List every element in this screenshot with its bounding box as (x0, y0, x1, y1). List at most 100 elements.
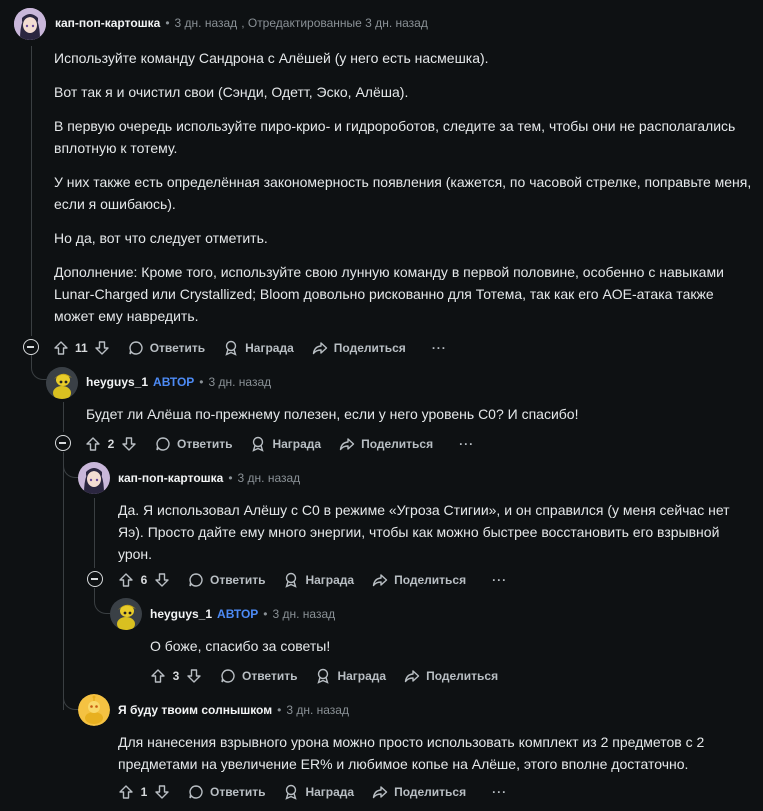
share-button[interactable]: Поделиться (372, 784, 466, 800)
award-icon (283, 784, 299, 800)
award-button[interactable]: Награда (250, 436, 321, 452)
avatar[interactable] (110, 598, 142, 630)
thread-line (94, 498, 95, 568)
award-button[interactable]: Награда (223, 340, 294, 356)
award-button[interactable]: Награда (315, 668, 386, 684)
upvote-icon[interactable] (118, 784, 134, 800)
vote-group: 11 (53, 340, 110, 356)
collapse-thread-button[interactable] (23, 339, 39, 355)
username[interactable]: кап-поп-картошка (118, 471, 223, 485)
comment-body: Для нанесения взрывного урона можно прос… (118, 731, 728, 787)
thread-branch (31, 352, 47, 380)
username[interactable]: heyguys_1 (150, 607, 212, 621)
award-icon (283, 572, 299, 588)
comment-paragraph: Но да, вот что следует отметить. (54, 230, 268, 246)
separator: • (263, 607, 268, 621)
comment-actions: 2 Ответить Награда Поделиться ··· (85, 432, 474, 456)
comment-actions: 6 Ответить Награда Поделиться ··· (118, 568, 507, 592)
share-label: Поделиться (333, 341, 406, 355)
thread-line (63, 402, 64, 432)
timestamp[interactable]: 3 дн. назад (209, 375, 272, 389)
downvote-icon[interactable] (154, 572, 170, 588)
downvote-icon[interactable] (154, 784, 170, 800)
reply-button[interactable]: Ответить (188, 572, 265, 588)
more-options-button[interactable]: ··· (492, 573, 507, 587)
timestamp[interactable]: 3 дн. назад (175, 16, 238, 30)
comment-icon (155, 436, 171, 452)
comment-paragraph: В первую очередь используйте пиро-крио- … (54, 118, 736, 156)
award-label: Награда (245, 341, 294, 355)
award-icon (223, 340, 239, 356)
comment-paragraph: Будет ли Алёша по-прежнему полезен, если… (86, 406, 579, 422)
reply-button[interactable]: Ответить (220, 668, 297, 684)
share-label: Поделиться (394, 785, 467, 799)
thread-branch (63, 452, 79, 478)
vote-group: 6 (118, 572, 170, 588)
award-label: Награда (305, 785, 355, 799)
comment-icon (128, 340, 144, 356)
edited-label: , Отредактированные 3 дн. назад (241, 16, 428, 30)
award-label: Награда (305, 573, 355, 587)
reply-label: Ответить (210, 785, 266, 799)
share-icon (339, 436, 355, 452)
downvote-icon[interactable] (186, 668, 202, 684)
share-button[interactable]: Поделиться (372, 572, 466, 588)
downvote-icon[interactable] (94, 340, 110, 356)
timestamp[interactable]: 3 дн. назад (273, 607, 336, 621)
vote-group: 3 (150, 668, 202, 684)
comment-meta: кап-поп-картошка • 3 дн. назад (118, 471, 300, 485)
share-label: Поделиться (426, 669, 499, 683)
comment-actions: 3 Ответить Награда Поделиться (150, 664, 498, 688)
thread-branch (63, 690, 79, 710)
comment-meta: Я буду твоим солнышком • 3 дн. назад (118, 703, 349, 717)
vote-count: 6 (140, 573, 148, 587)
reply-button[interactable]: Ответить (155, 436, 232, 452)
upvote-icon[interactable] (53, 340, 69, 356)
reply-label: Ответить (177, 437, 233, 451)
comment-paragraph: Да. Я использовал Алёшу с C0 в режиме «У… (118, 502, 730, 562)
comment-paragraph: У них также есть определённая закономерн… (54, 174, 752, 212)
collapse-thread-button[interactable] (55, 435, 71, 451)
downvote-icon[interactable] (121, 436, 137, 452)
timestamp[interactable]: 3 дн. назад (286, 703, 349, 717)
separator: • (165, 16, 170, 30)
award-button[interactable]: Награда (283, 572, 354, 588)
collapse-thread-button[interactable] (87, 571, 103, 587)
comment-actions: 11 Ответить Награда Поделиться ··· (53, 336, 447, 360)
share-button[interactable]: Поделиться (404, 668, 498, 684)
upvote-icon[interactable] (118, 572, 134, 588)
vote-count: 1 (140, 785, 148, 799)
reply-label: Ответить (210, 573, 266, 587)
upvote-icon[interactable] (150, 668, 166, 684)
avatar[interactable] (78, 462, 110, 494)
award-button[interactable]: Награда (283, 784, 354, 800)
vote-count: 11 (75, 341, 88, 355)
award-icon (315, 668, 331, 684)
share-button[interactable]: Поделиться (339, 436, 433, 452)
more-options-button[interactable]: ··· (459, 437, 474, 451)
username[interactable]: heyguys_1 (86, 375, 148, 389)
avatar[interactable] (14, 8, 46, 40)
avatar[interactable] (46, 367, 78, 399)
avatar[interactable] (78, 694, 110, 726)
reply-label: Ответить (242, 669, 298, 683)
share-icon (372, 572, 388, 588)
timestamp[interactable]: 3 дн. назад (238, 471, 301, 485)
username[interactable]: Я буду твоим солнышком (118, 703, 272, 717)
username[interactable]: кап-поп-картошка (55, 16, 160, 30)
comment-body: Используйте команду Сандрона с Алёшей (у… (54, 47, 754, 339)
comment-paragraph: Для нанесения взрывного урона можно прос… (118, 734, 705, 772)
upvote-icon[interactable] (85, 436, 101, 452)
comment-body: Да. Я использовал Алёшу с C0 в режиме «У… (118, 499, 738, 577)
comment-paragraph: О боже, спасибо за советы! (150, 638, 331, 654)
comment-actions: 1 Ответить Награда Поделиться ··· (118, 780, 507, 804)
more-options-button[interactable]: ··· (492, 785, 507, 799)
reply-button[interactable]: Ответить (128, 340, 205, 356)
vote-group: 1 (118, 784, 170, 800)
more-options-button[interactable]: ··· (432, 341, 447, 355)
op-badge: АВТОР (217, 607, 259, 621)
separator: • (277, 703, 282, 717)
share-button[interactable]: Поделиться (312, 340, 406, 356)
reply-button[interactable]: Ответить (188, 784, 265, 800)
thread-branch (94, 588, 110, 614)
